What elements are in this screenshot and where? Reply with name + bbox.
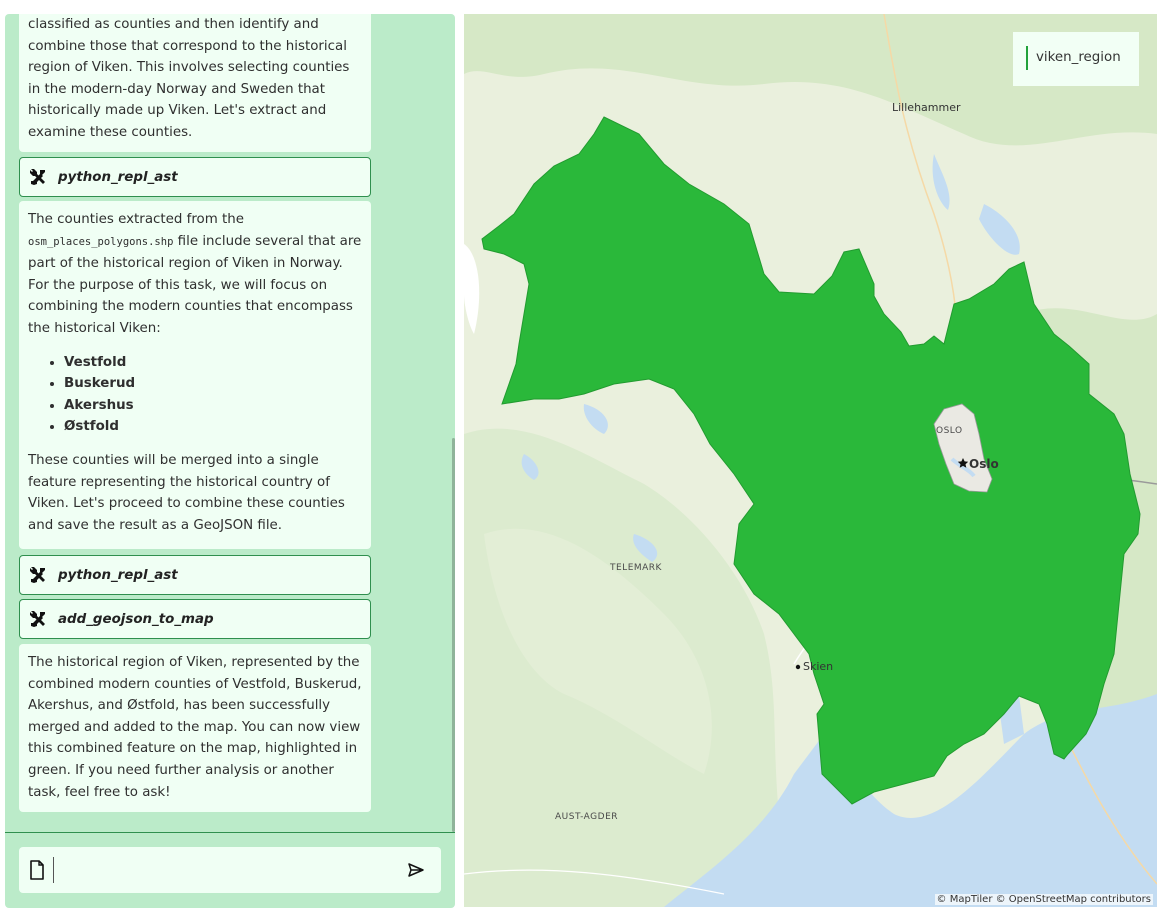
tools-icon (30, 169, 45, 185)
inline-code: osm_places_polygons.shp (28, 235, 174, 248)
list-item: Akershus (64, 395, 362, 417)
assistant-message: The historical region of Viken, represen… (19, 644, 371, 812)
assistant-message: The counties extracted from the osm_plac… (19, 201, 371, 549)
list-item: Østfold (64, 416, 362, 438)
tool-call-python-repl[interactable]: python_repl_ast (19, 157, 371, 197)
map-label-telemark: TELEMARK (610, 563, 662, 573)
tool-call-add-geojson[interactable]: add_geojson_to_map (19, 599, 371, 639)
assistant-message: classified as counties and then identify… (19, 14, 371, 152)
tool-name: add_geojson_to_map (58, 611, 214, 627)
list-item: Buskerud (64, 373, 362, 395)
message-text: classified as counties and then identify… (28, 17, 350, 140)
tool-name: python_repl_ast (58, 169, 178, 185)
divider (5, 832, 455, 833)
legend-label: viken_region (1036, 50, 1121, 65)
chat-panel: classified as counties and then identify… (5, 14, 455, 908)
chat-input[interactable] (59, 855, 383, 887)
list-item: Vestfold (64, 352, 362, 374)
tool-call-python-repl[interactable]: python_repl_ast (19, 555, 371, 595)
chat-input-box (19, 847, 441, 893)
file-icon[interactable] (29, 860, 45, 880)
county-list: Vestfold Buskerud Akershus Østfold (28, 352, 362, 438)
map-label-skien: Skien (803, 660, 834, 673)
map-label-lillehammer: Lillehammer (892, 101, 961, 114)
skien-dot-marker (795, 664, 801, 670)
map-base (464, 14, 1157, 907)
message-text: These counties will be merged into a sin… (28, 452, 345, 533)
message-text: The counties extracted from the osm_plac… (28, 209, 362, 340)
map-label-oslo: Oslo (969, 457, 999, 471)
map-legend: viken_region (1013, 32, 1139, 86)
tool-name: python_repl_ast (58, 567, 178, 583)
map-label-oslo-region: OSLO (936, 426, 963, 436)
input-cursor (53, 857, 54, 883)
chat-messages[interactable]: classified as counties and then identify… (5, 14, 455, 832)
legend-swatch (1026, 46, 1028, 70)
tools-icon (30, 611, 45, 627)
chat-scrollbar[interactable] (452, 438, 455, 832)
message-text-part: file include several that are part of th… (28, 233, 362, 336)
tools-icon (30, 567, 45, 583)
message-text-part: The counties extracted from the (28, 212, 245, 227)
send-icon[interactable] (407, 862, 425, 878)
map-label-aust-agder: AUST-AGDER (555, 812, 619, 822)
map-attribution[interactable]: © MapTiler © OpenStreetMap contributors (934, 894, 1153, 905)
message-text: The historical region of Viken, represen… (28, 655, 362, 800)
map-view[interactable]: Lillehammer OSLO Oslo TELEMARK Skien AUS… (464, 14, 1157, 907)
